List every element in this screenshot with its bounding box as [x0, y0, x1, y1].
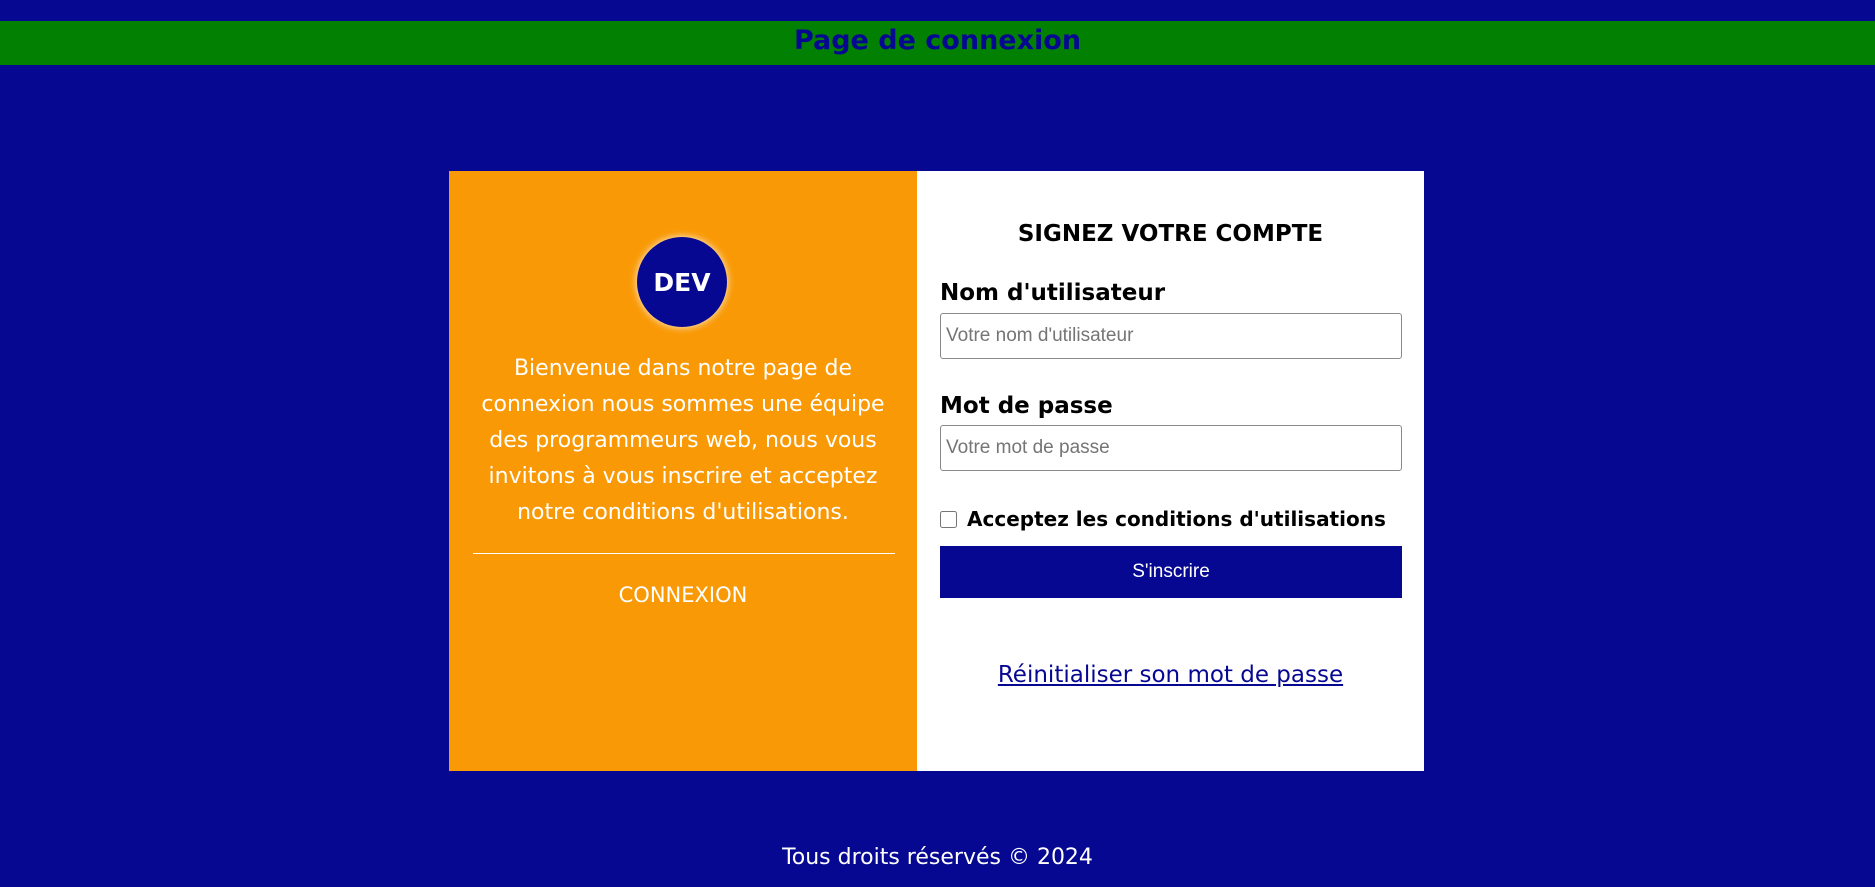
reset-password-link[interactable]: Réinitialiser son mot de passe	[917, 662, 1424, 688]
signup-button[interactable]: S'inscrire	[940, 546, 1402, 598]
dev-logo: DEV	[637, 237, 727, 327]
username-input[interactable]	[940, 313, 1402, 359]
page-title: Page de connexion	[793, 24, 1082, 56]
username-label: Nom d'utilisateur	[940, 280, 1166, 306]
password-input[interactable]	[940, 425, 1402, 471]
login-card: DEV Bienvenue dans notre page de connexi…	[449, 171, 1424, 771]
welcome-panel: DEV Bienvenue dans notre page de connexi…	[449, 171, 917, 771]
terms-checkbox[interactable]	[940, 510, 957, 528]
signup-form-panel: SIGNEZ VOTRE COMPTE Nom d'utilisateur Mo…	[917, 171, 1424, 771]
footer-copyright: Tous droits réservés © 2024	[782, 845, 1093, 870]
welcome-text: Bienvenue dans notre page de connexion n…	[481, 356, 885, 525]
form-title: SIGNEZ VOTRE COMPTE	[1017, 221, 1324, 247]
top-spacer	[0, 0, 1875, 21]
divider	[473, 553, 895, 554]
password-label: Mot de passe	[940, 393, 1113, 419]
terms-label[interactable]: Acceptez les conditions d'utilisations	[967, 507, 1386, 531]
terms-row: Acceptez les conditions d'utilisations	[940, 507, 1386, 531]
login-link[interactable]: CONNEXION	[449, 583, 917, 607]
header-bar: Page de connexion	[0, 21, 1875, 65]
